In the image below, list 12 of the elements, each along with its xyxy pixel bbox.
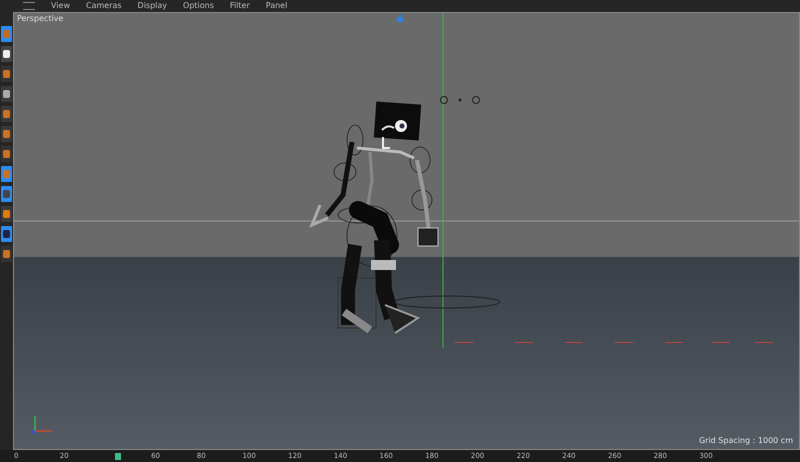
grid-spacing-label: Grid Spacing : 1000 cm	[698, 436, 793, 445]
menu-icon[interactable]	[23, 2, 35, 10]
menu-item[interactable]: Cameras	[86, 0, 122, 12]
menu-item[interactable]: Options	[183, 0, 214, 12]
target-drawing	[440, 96, 480, 104]
playhead-marker[interactable]	[115, 452, 122, 460]
view-name: Perspective	[17, 14, 64, 23]
menu-item[interactable]: Filter	[230, 0, 250, 12]
menu-item[interactable]: Panel	[266, 0, 288, 12]
menu-item[interactable]: View	[51, 0, 70, 12]
axis-gizmo-icon	[31, 416, 52, 434]
menu-item[interactable]: Display	[138, 0, 168, 12]
